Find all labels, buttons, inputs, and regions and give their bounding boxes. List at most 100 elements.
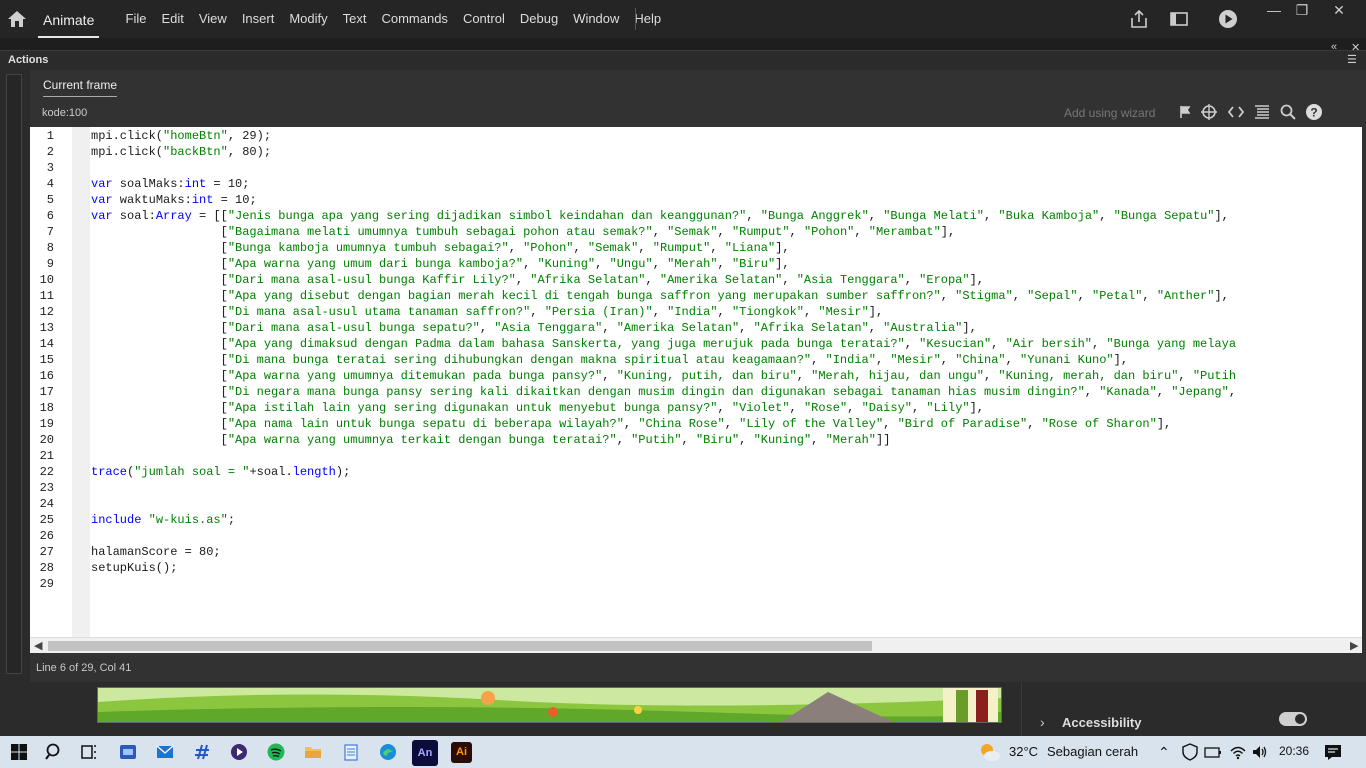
code-line[interactable]: 29 — [30, 576, 1362, 592]
code-text[interactable]: var waktuMaks:int = 10; — [91, 192, 257, 208]
menu-debug[interactable]: Debug — [512, 0, 565, 38]
code-text[interactable]: ["Apa warna yang umum dari bunga kamboja… — [91, 256, 790, 272]
code-line[interactable]: 27 halamanScore = 80; — [30, 544, 1362, 560]
menu-view[interactable]: View — [191, 0, 234, 38]
menu-commands[interactable]: Commands — [374, 0, 455, 38]
search-icon[interactable] — [1279, 103, 1297, 121]
wifi-icon[interactable] — [1229, 743, 1247, 761]
code-text[interactable]: ["Bagaimana melati umumnya tumbuh sebaga… — [91, 224, 956, 240]
code-text[interactable]: ["Bunga kamboja umumnya tumbuh sebagai?"… — [91, 240, 790, 256]
code-text[interactable]: halamanScore = 80; — [91, 544, 221, 560]
close-button[interactable]: ✕ — [1322, 0, 1356, 20]
code-text[interactable]: ["Dari mana asal-usul bunga Kaffir Lily?… — [91, 272, 984, 288]
accessibility-section[interactable]: Accessibility — [1062, 715, 1142, 730]
code-line[interactable]: 11 ["Apa yang disebut dengan bagian mera… — [30, 288, 1362, 304]
tab-current-frame[interactable]: Current frame — [43, 78, 118, 97]
panel-menu-icon[interactable]: ☰ — [1347, 53, 1357, 66]
code-text[interactable]: setupKuis(); — [91, 560, 177, 576]
add-using-wizard-button[interactable]: Add using wizard — [1064, 104, 1178, 122]
code-snippets-icon[interactable] — [1227, 103, 1245, 121]
code-line[interactable]: 28 setupKuis(); — [30, 560, 1362, 576]
scroll-right-icon[interactable]: ▶ — [1350, 639, 1358, 652]
collapse-icon[interactable]: « — [1331, 41, 1337, 53]
scrollbar-thumb[interactable] — [48, 641, 872, 651]
chevron-up-icon[interactable]: ⌃ — [1158, 744, 1170, 761]
code-text[interactable]: mpi.click("homeBtn", 29); — [91, 128, 271, 144]
code-line[interactable]: 18 ["Apa istilah lain yang sering diguna… — [30, 400, 1362, 416]
code-line[interactable]: 6 var soal:Array = [["Jenis bunga apa yan… — [30, 208, 1362, 224]
code-line[interactable]: 2 mpi.click("backBtn", 80); — [30, 144, 1362, 160]
menu-text[interactable]: Text — [335, 0, 374, 38]
code-line[interactable]: 26 — [30, 528, 1362, 544]
scroll-left-icon[interactable]: ◀ — [34, 639, 42, 652]
code-line[interactable]: 23 — [30, 480, 1362, 496]
code-text[interactable]: ["Apa nama lain untuk bunga sepatu di be… — [91, 416, 1172, 432]
code-line[interactable]: 3 — [30, 160, 1362, 176]
clock[interactable]: 20:36 — [1279, 744, 1309, 758]
code-line[interactable]: 19 ["Apa nama lain untuk bunga sepatu di… — [30, 416, 1362, 432]
app-icon[interactable] — [119, 743, 137, 761]
notification-icon[interactable] — [1324, 743, 1342, 761]
weather-temp[interactable]: 32°C — [1009, 744, 1038, 759]
code-text[interactable]: mpi.click("backBtn", 80); — [91, 144, 271, 160]
accessibility-toggle[interactable] — [1279, 712, 1307, 726]
code-line[interactable]: 21 — [30, 448, 1362, 464]
code-text[interactable]: var soalMaks:int = 10; — [91, 176, 249, 192]
test-movie-icon[interactable] — [1217, 8, 1239, 30]
menu-control[interactable]: Control — [455, 0, 512, 38]
code-text[interactable]: var soal:Array = [["Jenis bunga apa yang… — [91, 208, 1229, 224]
code-line[interactable]: 13 ["Dari mana asal-usul bunga sepatu?",… — [30, 320, 1362, 336]
code-text[interactable]: trace("jumlah soal = "+soal.length); — [91, 464, 350, 480]
edge-icon[interactable] — [379, 743, 397, 761]
code-line[interactable]: 5 var waktuMaks:int = 10; — [30, 192, 1362, 208]
horizontal-scrollbar[interactable]: ◀ ▶ — [30, 637, 1362, 653]
code-line[interactable]: 8 ["Bunga kamboja umumnya tumbuh sebagai… — [30, 240, 1362, 256]
code-line[interactable]: 25 include "w-kuis.as"; — [30, 512, 1362, 528]
share-icon[interactable] — [1128, 8, 1150, 30]
volume-icon[interactable] — [1251, 743, 1269, 761]
target-icon[interactable] — [1200, 103, 1218, 121]
search-icon[interactable] — [45, 743, 63, 761]
home-icon[interactable] — [6, 9, 28, 29]
code-text[interactable]: ["Apa warna yang umumnya terkait dengan … — [91, 432, 891, 448]
menu-window[interactable]: Window — [566, 0, 627, 38]
code-line[interactable]: 9 ["Apa warna yang umum dari bunga kambo… — [30, 256, 1362, 272]
app-icon[interactable] — [193, 743, 211, 761]
animate-icon[interactable]: An — [412, 740, 438, 766]
code-text[interactable]: ["Apa yang disebut dengan bagian merah k… — [91, 288, 1229, 304]
code-line[interactable]: 17 ["Di negara mana bunga pansy sering k… — [30, 384, 1362, 400]
weather-text[interactable]: Sebagian cerah — [1047, 744, 1138, 759]
code-line[interactable]: 22 trace("jumlah soal = "+soal.length); — [30, 464, 1362, 480]
code-line[interactable]: 24 — [30, 496, 1362, 512]
media-icon[interactable] — [230, 743, 248, 761]
code-lines[interactable]: 1 mpi.click("homeBtn", 29); 2 mpi.click("ba… — [30, 128, 1362, 592]
code-text[interactable]: ["Di mana asal-usul utama tanaman saffro… — [91, 304, 884, 320]
start-icon[interactable] — [10, 743, 28, 761]
code-line[interactable]: 14 ["Apa yang dimaksud dengan Padma dala… — [30, 336, 1362, 352]
menu-modify[interactable]: Modify — [282, 0, 335, 38]
code-line[interactable]: 1 mpi.click("homeBtn", 29); — [30, 128, 1362, 144]
code-line[interactable]: 15 ["Di mana bunga teratai sering dihubu… — [30, 352, 1362, 368]
notepad-icon[interactable] — [342, 743, 360, 761]
pin-icon[interactable] — [1176, 103, 1194, 121]
menu-help[interactable]: Help — [627, 0, 669, 38]
menu-file[interactable]: File — [118, 0, 154, 38]
code-text[interactable]: ["Di mana bunga teratai sering dihubungk… — [91, 352, 1128, 368]
code-line[interactable]: 20 ["Apa warna yang umumnya terkait deng… — [30, 432, 1362, 448]
code-line[interactable]: 7 ["Bagaimana melati umumnya tumbuh seba… — [30, 224, 1362, 240]
code-editor[interactable]: 1 mpi.click("homeBtn", 29); 2 mpi.click("ba… — [30, 127, 1362, 653]
menu-insert[interactable]: Insert — [234, 0, 282, 38]
illustrator-icon[interactable]: Ai — [451, 742, 472, 763]
format-icon[interactable] — [1253, 103, 1271, 121]
weather-icon[interactable] — [977, 740, 1001, 764]
code-text[interactable]: ["Di negara mana bunga pansy sering kali… — [91, 384, 1236, 400]
task-view-icon[interactable] — [80, 743, 98, 761]
code-line[interactable]: 12 ["Di mana asal-usul utama tanaman saf… — [30, 304, 1362, 320]
spotify-icon[interactable] — [267, 743, 285, 761]
code-line[interactable]: 4 var soalMaks:int = 10; — [30, 176, 1362, 192]
mail-icon[interactable] — [156, 743, 174, 761]
chevron-right-icon[interactable]: › — [1040, 714, 1045, 730]
help-icon[interactable]: ? — [1305, 103, 1323, 121]
code-text[interactable]: include "w-kuis.as"; — [91, 512, 235, 528]
code-line[interactable]: 10 ["Dari mana asal-usul bunga Kaffir Li… — [30, 272, 1362, 288]
